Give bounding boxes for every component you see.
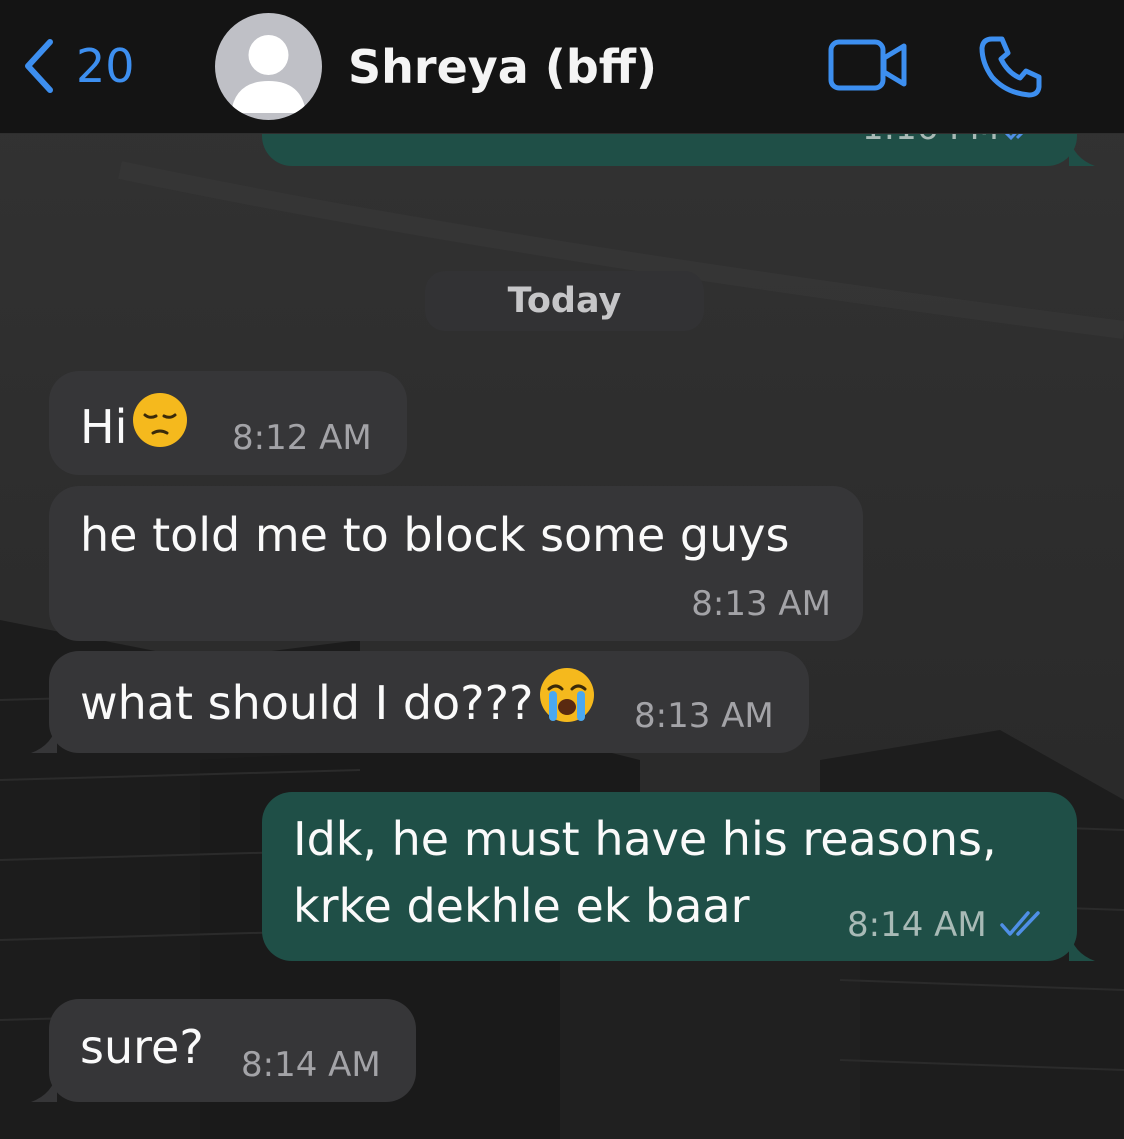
message-time: 8:12 AM [232, 418, 372, 458]
chevron-left-icon [25, 39, 53, 93]
message-bubble[interactable]: Hi 8:12 AM [49, 371, 407, 475]
message-time: 8:13 AM [634, 696, 774, 736]
message-text-line: Idk, he must have his reasons, [293, 812, 997, 866]
bubble-tail [31, 723, 57, 753]
back-button[interactable]: 20 [22, 30, 135, 102]
phone-icon [979, 36, 1042, 98]
message-text-line: krke dekhle ek baar [293, 879, 750, 933]
bubble-tail [1069, 931, 1095, 961]
message-bubble-outgoing[interactable]: Idk, he must have his reasons, krke dekh… [262, 792, 1095, 961]
message-time: 8:14 AM [241, 1045, 381, 1085]
date-separator: Today [425, 271, 704, 331]
avatar[interactable] [215, 13, 322, 120]
message-text: Hi [80, 391, 189, 461]
video-call-button[interactable] [828, 38, 908, 97]
voice-call-button[interactable] [978, 33, 1044, 104]
avatar-icon [231, 35, 306, 113]
message-bubble[interactable]: sure? 8:14 AM [31, 999, 416, 1102]
message-text: he told me to block some guys [80, 508, 790, 562]
unread-count: 20 [76, 39, 135, 93]
pensive-face-icon [133, 393, 188, 447]
read-ticks-icon [1000, 911, 1040, 936]
contact-name[interactable]: Shreya (bff) [348, 40, 657, 94]
message-bubble[interactable]: what should I do??? 8:13 AM [31, 651, 809, 753]
message-time: 8:14 AM [847, 905, 987, 945]
video-camera-icon [828, 39, 907, 91]
message-text: what should I do??? [80, 665, 597, 737]
message-bubble[interactable]: he told me to block some guys 8:13 AM [49, 486, 863, 641]
message-time: 8:13 AM [691, 584, 831, 624]
loudly-crying-face-icon [540, 668, 595, 722]
chat-header: 20 Shreya (bff) [0, 0, 1124, 134]
bubble-tail [31, 1072, 57, 1102]
bubble-tail [1069, 136, 1095, 166]
message-text: sure? [80, 1020, 204, 1074]
